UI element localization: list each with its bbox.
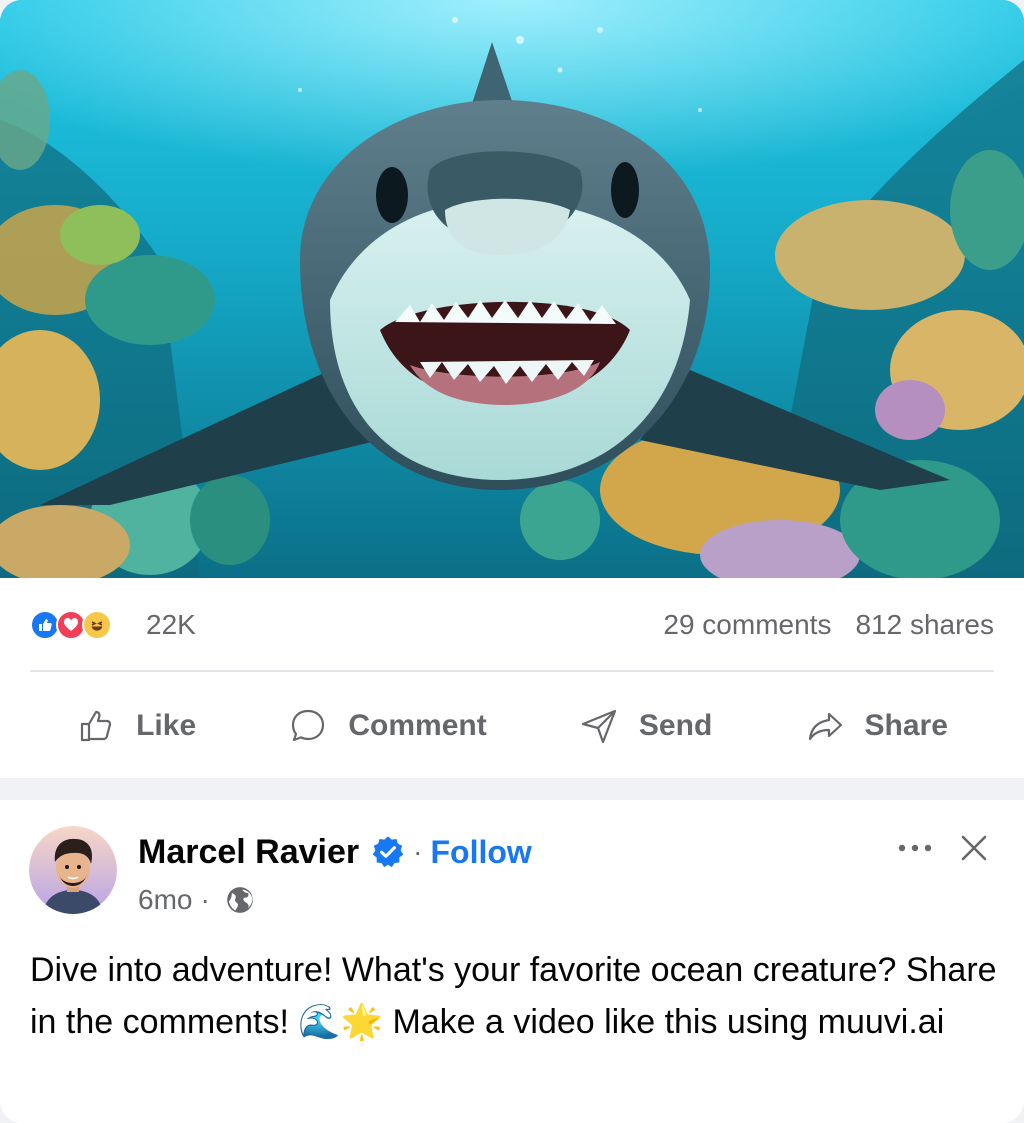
post: Marcel Ravier · Follow 6mo · Dive into a… xyxy=(0,800,1024,1123)
meta-separator-dot: · xyxy=(200,884,210,915)
divider xyxy=(30,670,994,672)
post-meta: 6mo · xyxy=(138,882,254,918)
comment-label: Comment xyxy=(348,709,487,742)
shares-count[interactable]: 812 shares xyxy=(855,609,994,641)
comment-icon xyxy=(292,709,325,742)
haha-icon xyxy=(82,610,112,640)
share-label: Share xyxy=(864,709,948,742)
close-icon xyxy=(961,835,987,861)
follow-button[interactable]: Follow xyxy=(430,834,531,871)
feed-card: 22K 29 comments 812 shares Like Comment … xyxy=(0,0,1024,1123)
post-image[interactable] xyxy=(0,0,1024,578)
share-button[interactable]: Share xyxy=(805,706,948,746)
separator-dot: · xyxy=(413,836,423,867)
like-button[interactable]: Like xyxy=(76,706,196,746)
post-stats: 22K 29 comments 812 shares xyxy=(30,600,994,650)
reactions-summary[interactable]: 22K xyxy=(30,609,196,641)
comments-count[interactable]: 29 comments xyxy=(663,609,831,641)
author-name[interactable]: Marcel Ravier xyxy=(138,833,359,872)
more-options-button[interactable] xyxy=(893,830,937,866)
send-icon xyxy=(581,709,617,744)
like-label: Like xyxy=(136,709,197,742)
post-time[interactable]: 6mo xyxy=(138,884,192,916)
send-label: Send xyxy=(638,709,713,742)
post-actions: Like Comment Send Share xyxy=(30,690,994,762)
author-line: Marcel Ravier · Follow xyxy=(138,830,532,874)
post-text: Dive into adventure! What's your favorit… xyxy=(30,951,997,1041)
verified-badge-icon xyxy=(372,836,404,868)
send-button[interactable]: Send xyxy=(579,706,712,746)
avatar[interactable] xyxy=(29,826,117,914)
share-arrow-icon xyxy=(808,712,842,741)
more-icon xyxy=(898,844,932,852)
reaction-count: 22K xyxy=(146,609,196,640)
globe-icon xyxy=(226,887,253,913)
top-post: 22K 29 comments 812 shares Like Comment … xyxy=(0,0,1024,778)
close-button[interactable] xyxy=(954,828,994,868)
thumbs-up-icon xyxy=(81,710,112,742)
comment-button[interactable]: Comment xyxy=(288,706,487,746)
shark-photo xyxy=(0,0,1024,578)
